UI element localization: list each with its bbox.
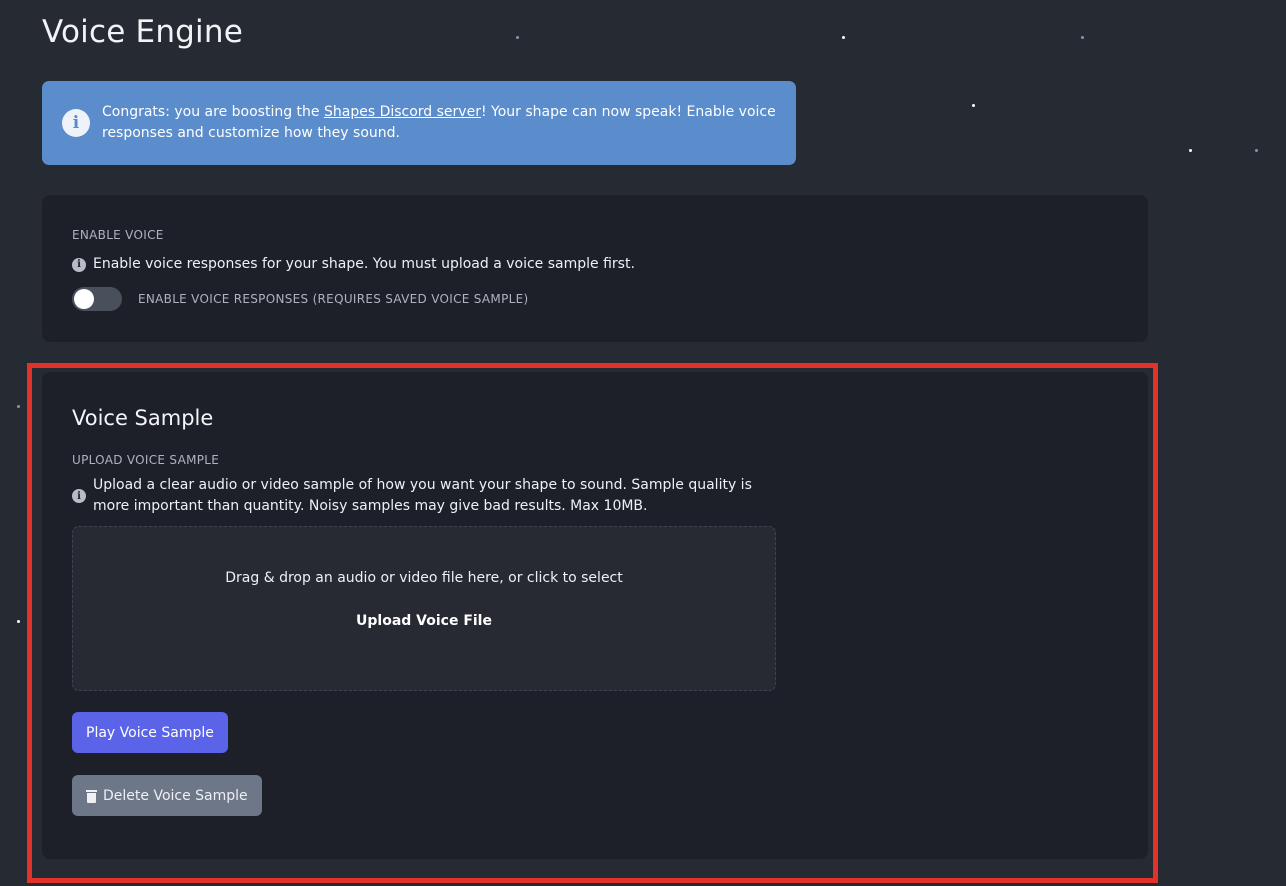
enable-voice-toggle-label: ENABLE VOICE RESPONSES (REQUIRES SAVED V… <box>138 292 529 306</box>
delete-voice-sample-label: Delete Voice Sample <box>103 787 248 804</box>
trash-icon <box>86 789 97 803</box>
dropzone-instructions: Drag & drop an audio or video file here,… <box>225 570 623 586</box>
upload-voice-hint-text: Upload a clear audio or video sample of … <box>93 477 752 514</box>
star <box>1081 36 1084 39</box>
info-icon: i <box>62 109 90 137</box>
star <box>1255 149 1258 152</box>
enable-voice-card: ENABLE VOICE i Enable voice responses fo… <box>42 195 1148 342</box>
star <box>972 104 975 107</box>
upload-voice-hint: i Upload a clear audio or video sample o… <box>72 475 762 517</box>
enable-voice-toggle[interactable] <box>72 287 122 311</box>
banner-message: Congrats: you are boosting the Shapes Di… <box>102 102 776 144</box>
star <box>1189 149 1192 152</box>
enable-voice-label: ENABLE VOICE <box>72 228 164 242</box>
enable-voice-hint-text: Enable voice responses for your shape. Y… <box>93 256 635 272</box>
play-voice-sample-button[interactable]: Play Voice Sample <box>72 712 228 753</box>
upload-voice-sample-label: UPLOAD VOICE SAMPLE <box>72 453 220 467</box>
page-title: Voice Engine <box>42 14 243 50</box>
star <box>842 36 845 39</box>
enable-voice-toggle-row: ENABLE VOICE RESPONSES (REQUIRES SAVED V… <box>72 287 1118 311</box>
voice-file-dropzone[interactable]: Drag & drop an audio or video file here,… <box>72 526 776 691</box>
toggle-knob <box>74 289 94 309</box>
play-voice-sample-label: Play Voice Sample <box>86 724 214 741</box>
shapes-discord-server-link[interactable]: Shapes Discord server <box>324 104 481 120</box>
enable-voice-hint: i Enable voice responses for your shape.… <box>72 254 1118 275</box>
voice-sample-card: Voice Sample UPLOAD VOICE SAMPLE i Uploa… <box>42 372 1148 859</box>
banner-text-before: Congrats: you are boosting the <box>102 104 324 120</box>
upload-voice-file-button[interactable]: Upload Voice File <box>356 613 492 629</box>
star <box>516 36 519 39</box>
delete-voice-sample-button[interactable]: Delete Voice Sample <box>72 775 262 816</box>
star <box>17 620 20 623</box>
info-icon: i <box>72 489 86 503</box>
star <box>17 405 20 408</box>
voice-sample-title: Voice Sample <box>72 406 214 430</box>
info-icon: i <box>72 257 86 272</box>
boost-info-banner: i Congrats: you are boosting the Shapes … <box>42 81 796 165</box>
